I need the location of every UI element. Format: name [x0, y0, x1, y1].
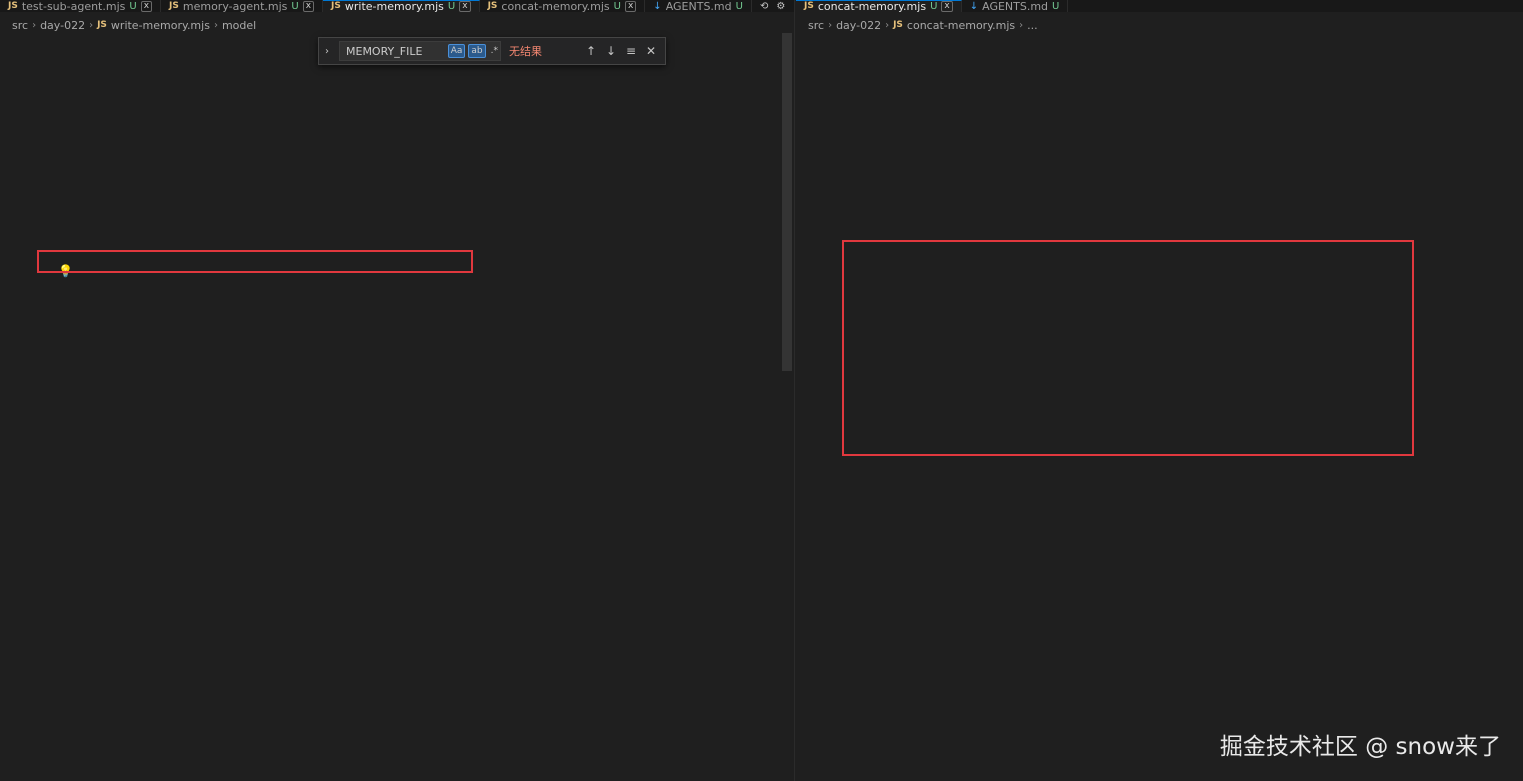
find-in-selection-icon[interactable]: ≡	[623, 44, 639, 58]
js-file-icon: JS	[804, 1, 814, 11]
find-query: MEMORY_FILE	[346, 44, 423, 58]
js-file-icon: JS	[331, 1, 341, 11]
compare-icon[interactable]: ⟲	[760, 1, 768, 12]
breadcrumb-item[interactable]: src	[12, 19, 28, 32]
find-input[interactable]: MEMORY_FILE Aa ab .*	[339, 41, 501, 61]
lightbulb-icon[interactable]: 💡	[58, 264, 73, 278]
untracked-badge: U	[930, 1, 938, 12]
breadcrumb-item[interactable]: model	[222, 19, 256, 32]
regex-toggle[interactable]: .*	[489, 45, 500, 57]
breadcrumb-item[interactable]: ...	[1027, 19, 1038, 32]
chevron-right-icon: ›	[828, 19, 833, 31]
watermark: 掘金技术社区 @ snow来了	[1219, 734, 1501, 760]
breadcrumb-item[interactable]: day-022	[836, 19, 881, 32]
breadcrumb-item[interactable]: concat-memory.mjs	[907, 19, 1015, 32]
tab-concat-memory[interactable]: JS concat-memory.mjs U x	[480, 0, 646, 12]
tab-write-memory[interactable]: JS write-memory.mjs U x	[323, 0, 480, 12]
breadcrumb-item[interactable]: write-memory.mjs	[111, 19, 210, 32]
right-editor-pane[interactable]: JS concat-memory.mjs U x ↓ AGENTS.md U s…	[796, 0, 1523, 781]
match-case-toggle[interactable]: Aa	[447, 44, 466, 58]
split-editor-icon[interactable]: ◫	[793, 1, 794, 12]
minimap[interactable]	[686, 33, 770, 163]
arrow-down-icon[interactable]: ↓	[603, 44, 619, 58]
expand-replace-icon[interactable]: ›	[325, 46, 335, 57]
tab-concat-memory[interactable]: JS concat-memory.mjs U x	[796, 0, 962, 12]
highlight-box	[37, 250, 473, 273]
js-file-icon: JS	[8, 1, 18, 11]
js-file-icon: JS	[893, 20, 903, 30]
close-icon[interactable]: x	[302, 1, 315, 12]
tab-agents-md[interactable]: ↓ AGENTS.md U	[645, 0, 752, 12]
tab-test-sub-agent[interactable]: JS test-sub-agent.mjs U x	[0, 0, 162, 12]
breadcrumb-item[interactable]: src	[808, 19, 824, 32]
tab-label: concat-memory.mjs	[817, 0, 927, 12]
left-tab-bar: JS test-sub-agent.mjs U x JS memory-agen…	[0, 0, 794, 12]
close-icon[interactable]: x	[140, 1, 153, 12]
chevron-right-icon: ›	[89, 19, 94, 31]
untracked-badge: U	[1052, 1, 1060, 12]
tab-label: AGENTS.md	[665, 0, 732, 12]
untracked-badge: U	[447, 1, 456, 12]
tab-label: memory-agent.mjs	[182, 0, 288, 12]
arrow-up-icon[interactable]: ↑	[583, 44, 599, 58]
tab-agents-md[interactable]: ↓ AGENTS.md U	[962, 0, 1069, 12]
highlight-box	[842, 240, 1414, 456]
find-widget: › MEMORY_FILE Aa ab .* 无结果 ↑ ↓ ≡ ✕	[318, 37, 666, 65]
breadcrumb: src › day-022 › JS concat-memory.mjs › .…	[796, 16, 1523, 34]
untracked-badge: U	[735, 1, 743, 12]
editor-actions: ⟲ ⚙ ◫ ⋯	[752, 0, 794, 12]
tab-label: test-sub-agent.mjs	[21, 0, 126, 12]
tab-memory-agent[interactable]: JS memory-agent.mjs U x	[161, 0, 324, 12]
markdown-file-icon: ↓	[969, 1, 979, 12]
untracked-badge: U	[613, 1, 621, 12]
untracked-badge: U	[129, 1, 137, 12]
close-icon[interactable]: x	[624, 1, 637, 12]
settings-icon[interactable]: ⚙	[776, 1, 785, 12]
close-icon[interactable]: x	[459, 1, 471, 12]
tab-label: concat-memory.mjs	[501, 0, 610, 12]
breadcrumb-item[interactable]: day-022	[40, 19, 85, 32]
left-editor-pane[interactable]: JS test-sub-agent.mjs U x JS memory-agen…	[0, 0, 795, 781]
tab-label: write-memory.mjs	[344, 0, 444, 12]
right-tab-bar: JS concat-memory.mjs U x ↓ AGENTS.md U	[796, 0, 1523, 12]
untracked-badge: U	[291, 1, 299, 12]
chevron-right-icon: ›	[213, 19, 218, 31]
find-result-status: 无结果	[509, 45, 542, 58]
markdown-file-icon: ↓	[653, 1, 662, 12]
js-file-icon: JS	[169, 1, 179, 11]
whole-word-toggle[interactable]: ab	[468, 44, 486, 58]
close-icon[interactable]: x	[941, 1, 953, 12]
breadcrumb: src › day-022 › JS write-memory.mjs › mo…	[0, 16, 794, 34]
vertical-scrollbar[interactable]	[782, 33, 792, 371]
close-icon[interactable]: ✕	[643, 44, 659, 58]
js-file-icon: JS	[97, 20, 107, 30]
chevron-right-icon: ›	[885, 19, 890, 31]
tab-label: AGENTS.md	[982, 0, 1049, 12]
js-file-icon: JS	[487, 1, 498, 11]
chevron-right-icon: ›	[32, 19, 37, 31]
chevron-right-icon: ›	[1019, 19, 1024, 31]
